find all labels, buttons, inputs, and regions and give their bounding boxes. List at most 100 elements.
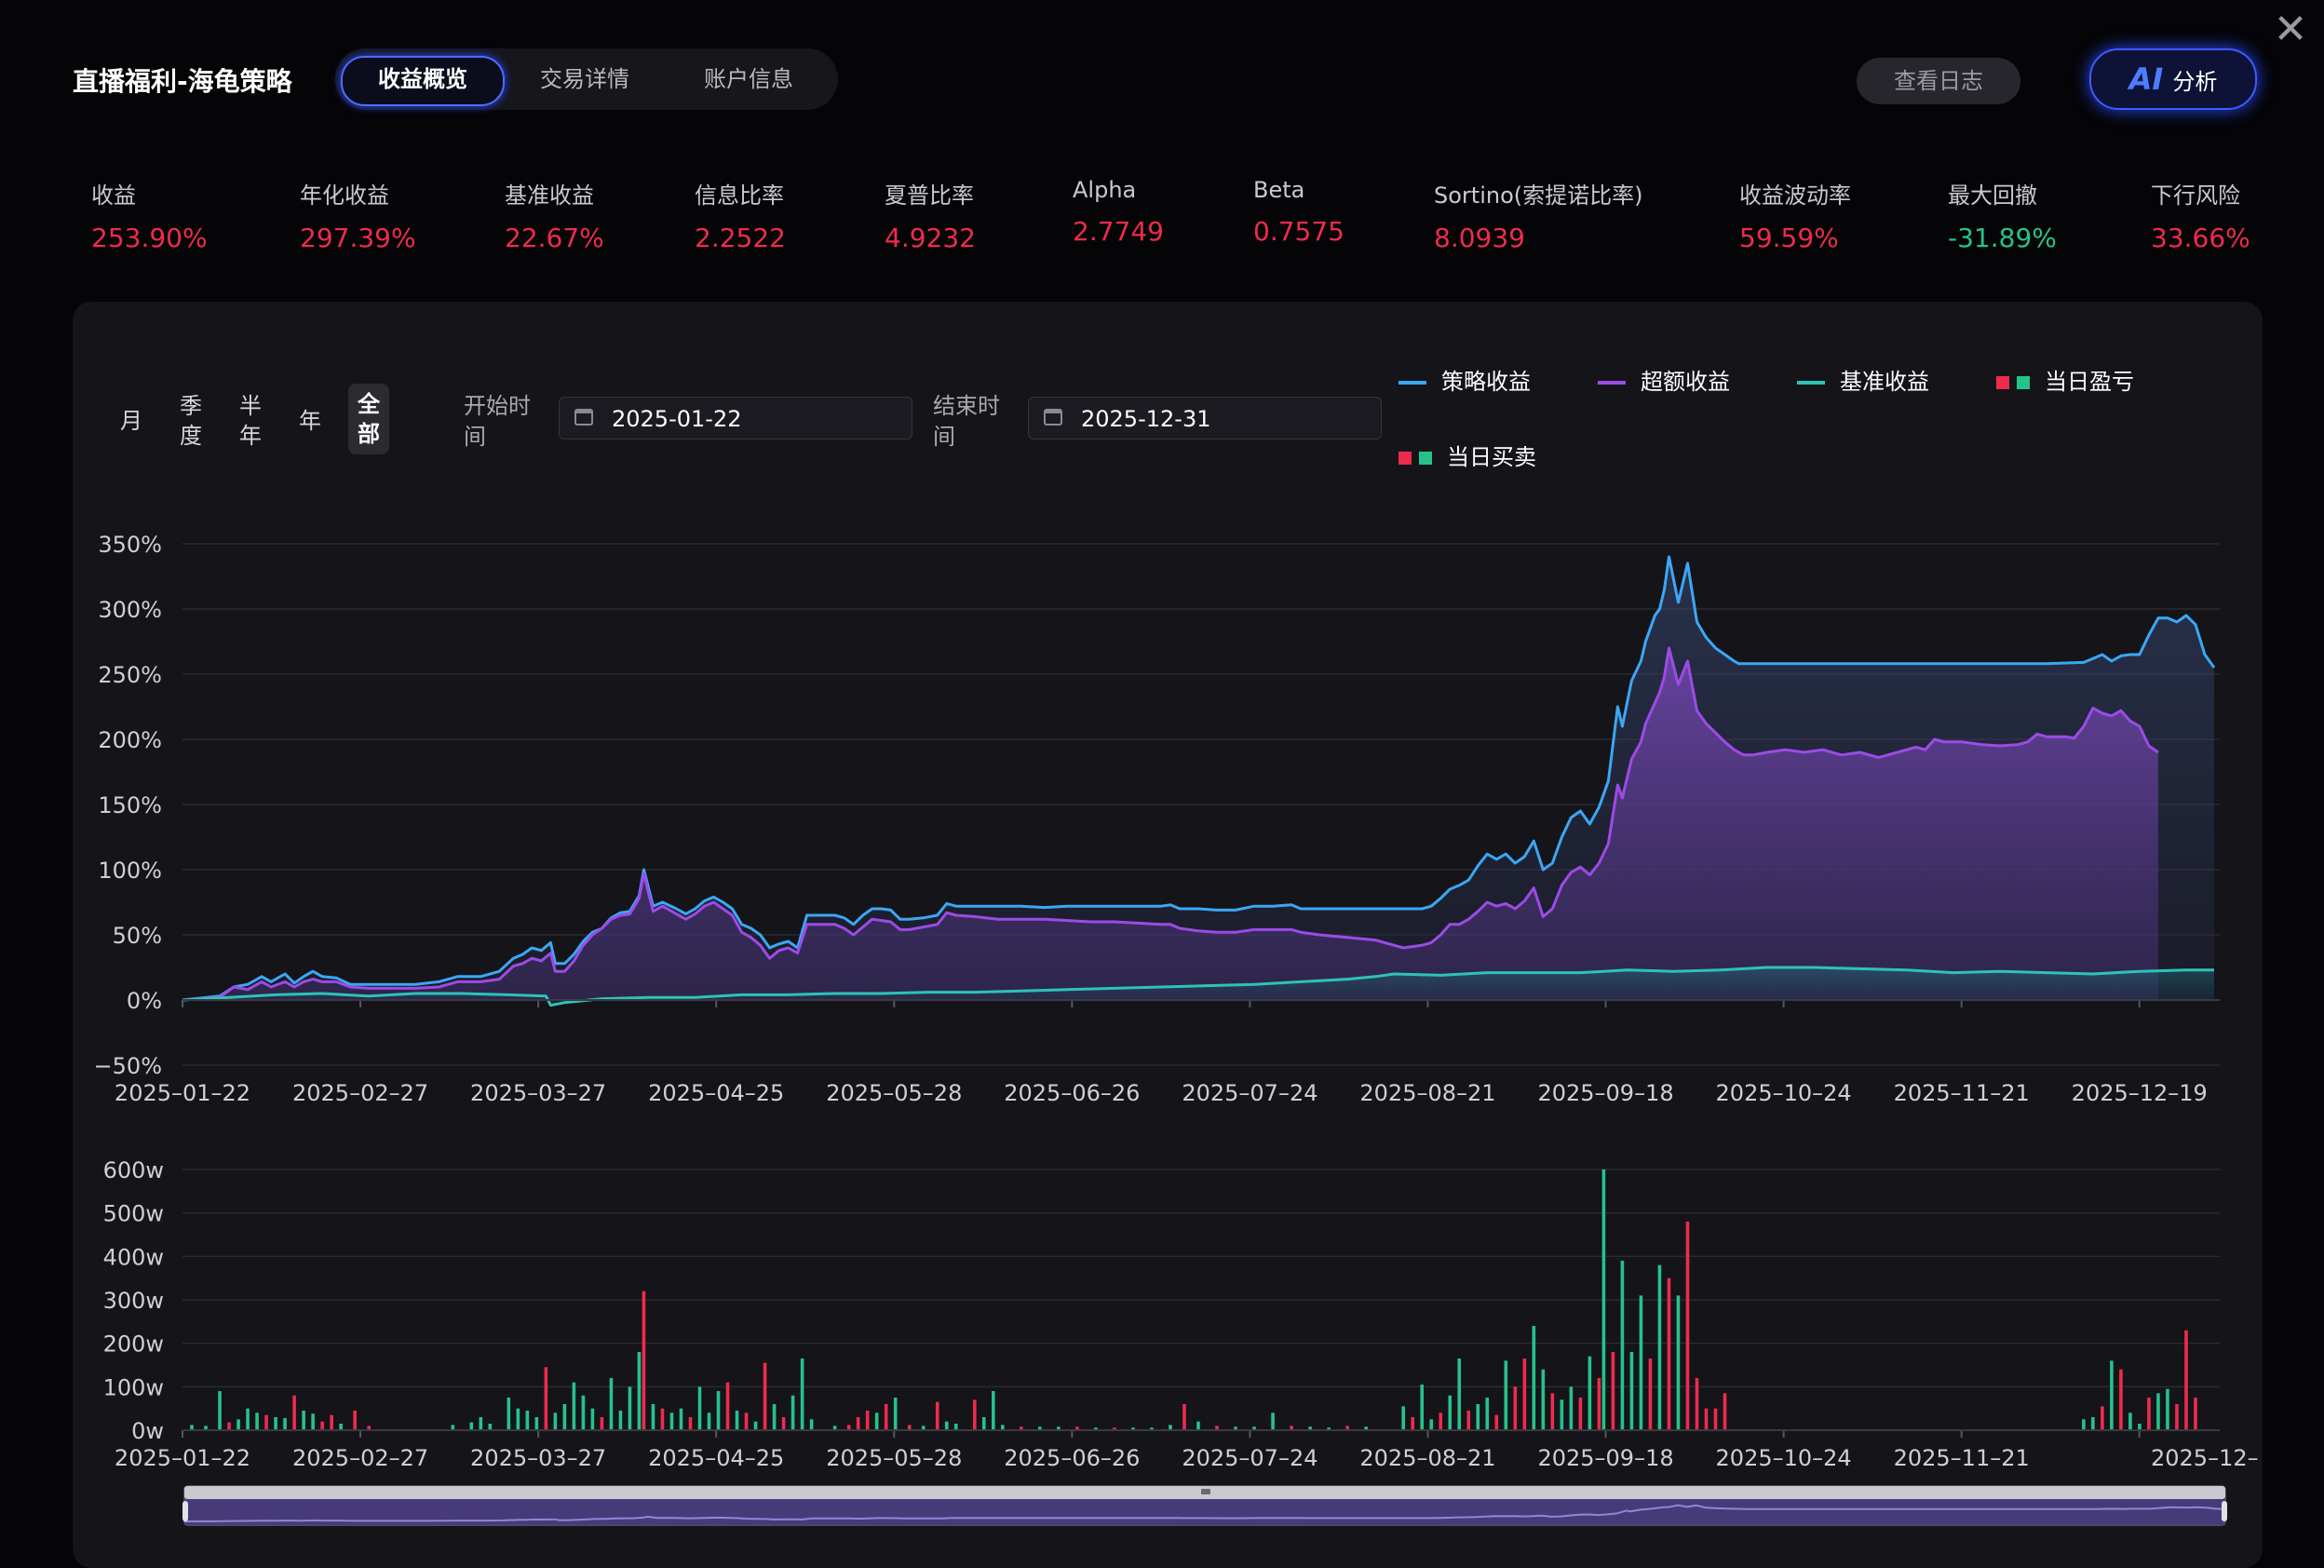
volume-bar [1485, 1398, 1490, 1430]
volume-bar [763, 1362, 767, 1430]
volume-bar [1541, 1369, 1546, 1430]
volume-bar [1411, 1417, 1415, 1430]
volume-bar [479, 1417, 483, 1430]
volume-bar [1420, 1385, 1425, 1430]
volume-bar [534, 1417, 539, 1430]
y-tick-label: 150% [98, 792, 162, 818]
x-tick-label: 2025–10–24 [1716, 1080, 1852, 1106]
volume-bar [1629, 1352, 1634, 1430]
volume-bar [469, 1422, 474, 1430]
volume-bar [553, 1413, 558, 1430]
x-tick-label: 2025–04–25 [648, 1080, 784, 1106]
volume-bar [609, 1378, 614, 1430]
x-tick-label: 2025–05–28 [826, 1080, 962, 1106]
volume-bar [302, 1411, 305, 1430]
volume-bar [651, 1404, 655, 1430]
volume-bar [1513, 1386, 1518, 1430]
volume-bar [991, 1391, 995, 1430]
volume-bar [339, 1424, 343, 1430]
volume-bar [688, 1417, 693, 1430]
y-tick-label: 50% [113, 923, 162, 949]
x-tick-label: 2025–08–21 [1359, 1445, 1495, 1471]
volume-bar [1550, 1393, 1555, 1430]
volume-bar [1522, 1358, 1527, 1430]
volume-bar [2082, 1419, 2086, 1430]
x-tick-label: 2025–12– [2151, 1445, 2259, 1471]
volume-bar [218, 1391, 222, 1430]
y-tick-label: 350% [98, 532, 162, 558]
volume-bar [1704, 1408, 1709, 1430]
volume-bar [488, 1424, 493, 1430]
volume-bar [246, 1408, 250, 1430]
volume-bar [581, 1395, 586, 1430]
x-tick-label: 2025–09–18 [1537, 1445, 1673, 1471]
y-tick-label: 100w [103, 1374, 164, 1400]
volume-bar [1569, 1386, 1574, 1430]
volume-bar [618, 1411, 623, 1430]
volume-bar [311, 1413, 315, 1430]
volume-bar [1457, 1358, 1462, 1430]
x-tick-label: 2025–07–24 [1182, 1080, 1317, 1106]
x-tick-label: 2025–11–21 [1894, 1080, 2030, 1106]
volume-bar [572, 1382, 576, 1430]
volume-bar [264, 1414, 268, 1430]
volume-bar [856, 1417, 860, 1430]
volume-bar [1648, 1358, 1653, 1430]
volume-bar [1639, 1295, 1643, 1430]
y-tick-label: 400w [103, 1244, 164, 1270]
volume-bar [274, 1417, 277, 1430]
x-tick-label: 2025–01–22 [115, 1080, 250, 1106]
volume-bar [2147, 1398, 2151, 1430]
x-tick-label: 2025–01–22 [115, 1445, 250, 1471]
volume-bar [697, 1386, 702, 1430]
volume-bar [1429, 1419, 1434, 1430]
x-tick-label: 2025–07–24 [1182, 1445, 1317, 1471]
x-tick-label: 2025–11–21 [1894, 1445, 2030, 1471]
volume-bar [1271, 1413, 1275, 1430]
volume-bar [1676, 1295, 1681, 1430]
volume-bar [679, 1408, 683, 1430]
x-tick-label: 2025–06–26 [1004, 1080, 1140, 1106]
x-tick-label: 2025–03–27 [470, 1445, 606, 1471]
volume-bar [1713, 1408, 1718, 1430]
volume-bar [800, 1358, 804, 1430]
x-tick-label: 2025–06–26 [1004, 1445, 1140, 1471]
volume-bar [2175, 1404, 2179, 1430]
zoom-handle-left [182, 1501, 188, 1521]
volume-bar [1723, 1393, 1727, 1430]
y-tick-label: 200% [98, 727, 162, 753]
volume-bar [893, 1398, 898, 1430]
x-tick-label: 2025–12–19 [2072, 1080, 2208, 1106]
volume-bar [1532, 1326, 1536, 1430]
volume-bar [2156, 1393, 2160, 1430]
volume-bar [590, 1408, 595, 1430]
volume-bar [283, 1417, 287, 1430]
volume-bar [2091, 1417, 2095, 1430]
volume-bar [2119, 1369, 2123, 1430]
volume-bar [753, 1421, 758, 1430]
volume-bar [292, 1395, 296, 1430]
y-tick-label: 300% [98, 597, 162, 623]
volume-bar [544, 1367, 548, 1430]
volume-bar [781, 1417, 786, 1430]
volume-bar [735, 1411, 739, 1430]
volume-bar [669, 1413, 674, 1430]
volume-bar [2128, 1413, 2132, 1430]
volume-bar [330, 1414, 333, 1430]
volume-bar [2166, 1388, 2169, 1430]
volume-bar [972, 1399, 977, 1430]
x-tick-label: 2025–10–24 [1716, 1445, 1852, 1471]
x-tick-label: 2025–09–18 [1537, 1080, 1673, 1106]
zoom-handle-right [2222, 1501, 2227, 1521]
x-tick-label: 2025–08–21 [1359, 1080, 1495, 1106]
volume-bar [725, 1382, 730, 1430]
volume-bar [809, 1419, 814, 1430]
volume-bar [1611, 1352, 1615, 1430]
volume-bar [2138, 1424, 2142, 1430]
volume-bar [236, 1419, 240, 1430]
x-tick-label: 2025–03–27 [470, 1080, 606, 1106]
volume-bar [1504, 1360, 1508, 1430]
volume-bar [353, 1411, 357, 1430]
volume-bar [1667, 1277, 1671, 1430]
volume-bar [637, 1352, 642, 1430]
